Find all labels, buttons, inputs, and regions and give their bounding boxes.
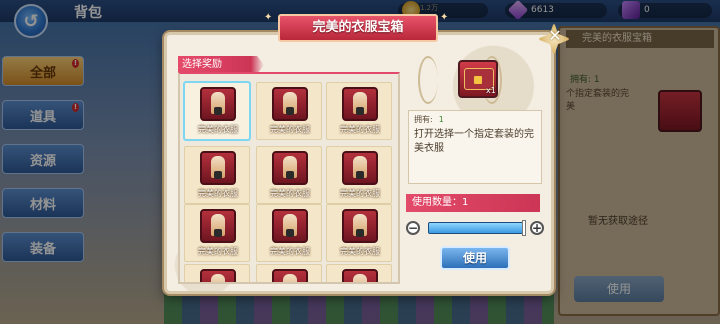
outfit-icon [200,151,236,185]
quantity-slider[interactable] [428,222,524,234]
reward-item[interactable]: 完美的衣服 [256,204,322,262]
outfit-icon [342,209,378,243]
own-label: 拥有: [414,115,433,124]
outfit-icon [272,87,308,121]
outfit-icon [342,87,378,121]
reward-item[interactable]: 完美的衣服 [256,146,322,204]
outfit-icon [342,269,378,282]
outfit-icon [272,151,308,185]
reward-item-name: 完美的衣服 [340,189,380,198]
reward-item[interactable]: 完美的衣服 [326,82,392,140]
reward-item[interactable]: 完美的衣服 [256,82,322,140]
outfit-icon [342,151,378,185]
reward-item-name: 完美的衣服 [340,247,380,256]
reward-item[interactable]: 完美的衣服 [326,146,392,204]
slider-handle[interactable] [522,220,526,236]
reward-item[interactable]: 完美的衣服 [326,204,392,262]
item-description: 打开选择一个指定套装的完美衣服 [414,129,534,154]
reward-item[interactable]: 完美的衣服 [183,81,251,141]
reward-item[interactable]: 完美的衣服 [326,264,392,282]
reward-item-name: 完美的衣服 [198,189,238,198]
reward-item-name: 完美的衣服 [270,247,310,256]
own-value: 1 [438,115,444,124]
quantity-label: 使用数量：1 [406,194,540,212]
own-count: 拥有: 1 [414,114,444,125]
minus-circle-icon[interactable]: − [406,221,420,235]
reward-item-name: 完美的衣服 [198,125,238,134]
sparkle-icon: ✦ [264,12,273,23]
frame-ornament [418,56,438,104]
item-count-badge: x1 [486,86,496,95]
sparkle-icon: ✦ [440,12,449,23]
reward-grid[interactable]: 完美的衣服 完美的衣服 完美的衣服 完美的衣服 完美的衣服 完美的衣服 完美的衣服 完美的衣服… [178,72,400,284]
plus-circle-icon[interactable]: + [530,221,544,235]
outfit-icon [200,87,236,121]
reward-item[interactable]: 完美的衣服 [256,264,322,282]
reward-item[interactable]: 完美的衣服 [184,204,250,262]
reward-item-name: 完美的衣服 [340,125,380,134]
outfit-icon [272,269,308,282]
reward-item-name: 完美的衣服 [198,247,238,256]
reward-item[interactable]: 完美的衣服 [184,264,250,282]
reward-item-name: 完美的衣服 [270,189,310,198]
use-button[interactable]: 使用 [440,246,510,270]
outfit-icon [200,209,236,243]
slider-fill [429,223,523,233]
reward-item-name: 完美的衣服 [270,125,310,134]
reward-item[interactable]: 完美的衣服 [184,146,250,204]
dialog-title: 完美的衣服宝箱 [278,14,438,42]
outfit-icon [272,209,308,243]
close-x-icon[interactable]: ✕ [545,26,565,45]
outfit-icon [200,269,236,282]
